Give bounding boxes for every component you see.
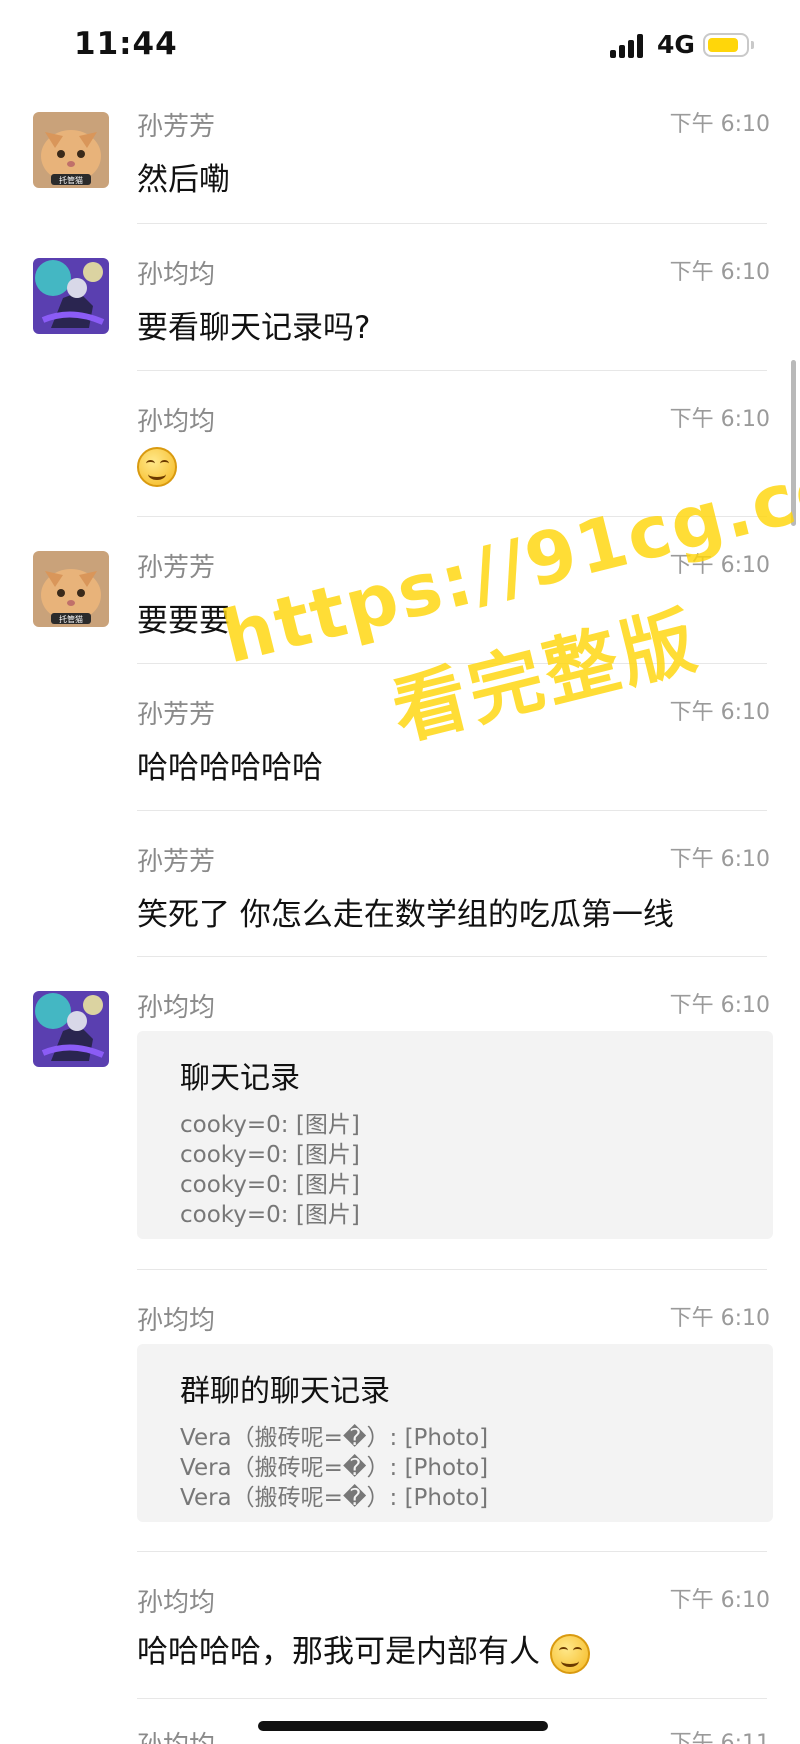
message-text[interactable]: 然后嘞 (137, 154, 230, 199)
status-time: 11:44 (74, 26, 178, 62)
sender-name: 孙芳芳 (137, 847, 216, 877)
svg-text:托管猫: 托管猫 (59, 614, 83, 624)
message-text[interactable]: 哈哈哈哈，那我可是内部有人 (137, 1626, 590, 1674)
card-line: cooky=0: [图片] (180, 1142, 360, 1168)
sender-name: 孙均均 (137, 1306, 216, 1336)
battery-icon (703, 33, 754, 57)
message-text[interactable]: 哈哈哈哈哈哈 (137, 742, 323, 787)
card-line: cooky=0: [图片] (180, 1172, 360, 1198)
group-chat-record-card[interactable]: 群聊的聊天记录 Vera（搬砖呢=�）: [Photo] Vera（搬砖呢=�）… (137, 1344, 773, 1522)
message-item[interactable]: 孙芳芳 下午 6:10 笑死了 你怎么走在数学组的吃瓜第一线 (0, 811, 800, 957)
message-time: 下午 6:10 (669, 1306, 770, 1331)
message-item[interactable]: 孙均均 下午 6:10 要看聊天记录吗? (0, 224, 800, 371)
sender-name: 孙芳芳 (137, 112, 216, 142)
smug-face-emoji (137, 447, 177, 487)
chat-record-card[interactable]: 聊天记录 cooky=0: [图片] cooky=0: [图片] cooky=0… (137, 1031, 773, 1239)
card-line: cooky=0: [图片] (180, 1202, 360, 1228)
signal-icon (610, 34, 648, 58)
svg-text:托管猫: 托管猫 (59, 175, 83, 185)
message-item[interactable]: 孙均均 下午 6:10 哈哈哈哈，那我可是内部有人 (0, 1552, 800, 1699)
message-item[interactable]: 托管猫 孙芳芳 下午 6:10 然后嘞 (0, 92, 800, 224)
message-text[interactable]: 要看聊天记录吗? (137, 302, 370, 347)
message-time: 下午 6:10 (669, 112, 770, 137)
message-emoji[interactable] (137, 447, 177, 487)
anime-rider-avatar[interactable] (33, 991, 109, 1067)
card-title: 群聊的聊天记录 (180, 1374, 390, 1409)
cat-avatar[interactable]: 托管猫 (33, 112, 109, 188)
home-indicator[interactable] (258, 1721, 548, 1731)
sender-name: 孙均均 (137, 1725, 215, 1744)
message-time: 下午 6:11 (669, 1731, 770, 1744)
message-time: 下午 6:10 (669, 993, 770, 1018)
sender-name: 孙均均 (137, 407, 216, 437)
message-time: 下午 6:10 (669, 260, 770, 285)
card-title: 聊天记录 (180, 1061, 300, 1096)
message-item[interactable]: 孙均均 下午 6:10 聊天记录 cooky=0: [图片] cooky=0: … (0, 957, 800, 1270)
message-item[interactable]: 孙均均 下午 6:10 群聊的聊天记录 Vera（搬砖呢=�）: [Photo]… (0, 1270, 800, 1552)
message-text-content: 哈哈哈哈，那我可是内部有人 (137, 1634, 540, 1670)
watermark: https://91cg.co/ 看完整版 (200, 436, 800, 756)
network-label: 4G (657, 30, 695, 59)
sender-name: 孙均均 (137, 1588, 216, 1618)
status-bar: 11:44 4G (0, 0, 800, 92)
card-line: Vera（搬砖呢=�）: [Photo] (180, 1425, 489, 1451)
message-time: 下午 6:10 (669, 1588, 770, 1613)
anime-rider-avatar[interactable] (33, 258, 109, 334)
message-text[interactable]: 笑死了 你怎么走在数学组的吃瓜第一线 (137, 889, 674, 934)
card-line: cooky=0: [图片] (180, 1112, 360, 1138)
cat-avatar[interactable]: 托管猫 (33, 551, 109, 627)
sender-name: 孙均均 (137, 993, 216, 1023)
sender-name: 孙均均 (137, 260, 216, 290)
card-line: Vera（搬砖呢=�）: [Photo] (180, 1485, 489, 1511)
message-time: 下午 6:10 (669, 847, 770, 872)
card-line: Vera（搬砖呢=�）: [Photo] (180, 1455, 489, 1481)
smug-face-emoji (549, 1633, 590, 1674)
message-time: 下午 6:10 (669, 407, 770, 432)
